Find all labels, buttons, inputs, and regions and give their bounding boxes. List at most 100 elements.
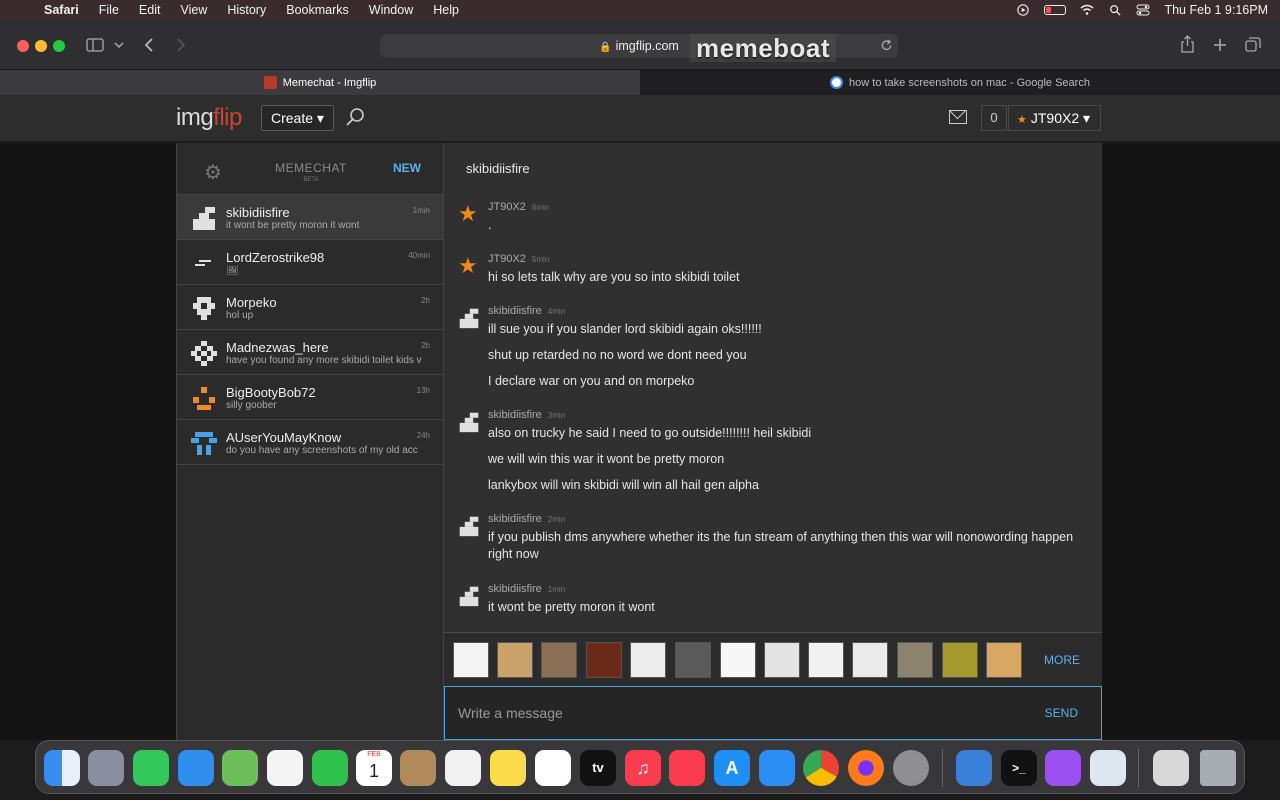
meme-thumbnail[interactable] xyxy=(942,642,978,678)
trash-icon[interactable] xyxy=(1200,750,1236,786)
author-name: JT90X2 xyxy=(488,201,526,213)
meme-thumbnail[interactable] xyxy=(852,642,888,678)
conversation-item[interactable]: LordZerostrike98 🖼 40min xyxy=(177,240,443,285)
conversation-item[interactable]: AUserYouMayKnow do you have any screensh… xyxy=(177,420,443,465)
imgflip-logo[interactable]: imgflip xyxy=(176,104,242,132)
conversation-item[interactable]: Morpeko hol up 2h xyxy=(177,285,443,330)
music-icon[interactable]: ♫ xyxy=(625,750,661,786)
conversation-item[interactable]: BigBootyBob72 silly goober 13h xyxy=(177,375,443,420)
document-icon[interactable] xyxy=(1153,750,1189,786)
contacts-icon[interactable] xyxy=(400,750,436,786)
back-icon[interactable] xyxy=(143,37,155,53)
spotlight-search-icon[interactable] xyxy=(1108,4,1122,16)
create-dropdown-button[interactable]: Create ▾ xyxy=(261,105,334,131)
chat-title: skibidiisfire xyxy=(466,161,530,176)
new-chat-button[interactable]: NEW xyxy=(393,161,421,175)
meme-thumbnail[interactable] xyxy=(986,642,1022,678)
tab-overview-icon[interactable] xyxy=(1245,37,1261,52)
more-memes-button[interactable]: MORE xyxy=(1044,653,1080,667)
conversation-time: 1min xyxy=(412,206,430,215)
tab-memechat[interactable]: Memechat - Imgflip xyxy=(0,70,640,95)
message-input[interactable] xyxy=(458,701,1018,725)
meme-thumbnail[interactable] xyxy=(497,642,533,678)
memeboat-watermark: memeboat xyxy=(690,34,837,62)
share-icon[interactable] xyxy=(1180,35,1195,53)
message-text: shut up retarded no no word we dont need… xyxy=(488,348,747,362)
messages-icon[interactable] xyxy=(133,750,169,786)
mail-icon[interactable] xyxy=(949,110,967,124)
chevron-down-icon[interactable] xyxy=(114,41,124,49)
meme-thumbnail[interactable] xyxy=(453,642,489,678)
zoom-window-button[interactable] xyxy=(53,40,65,52)
forward-icon[interactable] xyxy=(175,37,187,53)
message-author[interactable]: skibidiisfire 1min xyxy=(488,583,565,595)
battery-icon[interactable] xyxy=(1044,5,1067,15)
meme-thumbnail[interactable] xyxy=(720,642,756,678)
chrome-icon[interactable] xyxy=(803,750,839,786)
close-window-button[interactable] xyxy=(17,40,29,52)
conversation-item[interactable]: Madnezwas_here have you found any more s… xyxy=(177,330,443,375)
new-tab-icon[interactable] xyxy=(1213,38,1227,52)
app-store-icon[interactable]: A xyxy=(714,750,750,786)
meme-thumbnail[interactable] xyxy=(630,642,666,678)
dock-separator xyxy=(942,749,943,787)
star-icon: ★ xyxy=(1017,114,1027,126)
menu-window[interactable]: Window xyxy=(369,3,413,17)
conversation-preview: 🖼 xyxy=(226,265,239,276)
safari-icon[interactable] xyxy=(759,750,795,786)
menu-history[interactable]: History xyxy=(227,3,266,17)
freeform-icon[interactable] xyxy=(535,750,571,786)
message-author[interactable]: JT90X2 5min xyxy=(488,253,549,265)
preview-icon[interactable] xyxy=(1090,750,1126,786)
sidebar-toggle-icon[interactable] xyxy=(86,38,104,52)
menu-help[interactable]: Help xyxy=(433,3,459,17)
menubar-clock[interactable]: Thu Feb 1 9:16PM xyxy=(1164,3,1268,17)
imgflip-favicon-icon xyxy=(263,76,277,89)
finder-icon[interactable] xyxy=(44,750,80,786)
terminal-icon[interactable]: >_ xyxy=(1001,750,1037,786)
meme-thumbnail[interactable] xyxy=(586,642,622,678)
calendar-icon[interactable]: FEB 1 xyxy=(356,750,392,786)
photos-icon[interactable] xyxy=(267,750,303,786)
calendar-month: FEB xyxy=(367,751,381,758)
reload-icon[interactable] xyxy=(880,39,893,52)
menu-view[interactable]: View xyxy=(180,3,207,17)
reminders-icon[interactable] xyxy=(445,750,481,786)
menu-edit[interactable]: Edit xyxy=(139,3,161,17)
tab-google-search[interactable]: how to take screenshots on mac - Google … xyxy=(640,70,1280,95)
send-button[interactable]: SEND xyxy=(1045,706,1078,720)
news-icon[interactable] xyxy=(669,750,705,786)
facetime-icon[interactable] xyxy=(312,750,348,786)
message-author[interactable]: skibidiisfire 4min xyxy=(488,305,565,317)
mail-app-icon[interactable] xyxy=(178,750,214,786)
podcasts-icon[interactable] xyxy=(1045,750,1081,786)
xcode-tools-icon[interactable] xyxy=(956,750,992,786)
meme-thumbnail[interactable] xyxy=(675,642,711,678)
user-menu-button[interactable]: ★ JT90X2 ▾ xyxy=(1008,105,1101,131)
minimize-window-button[interactable] xyxy=(35,40,47,52)
points-counter[interactable]: 0 xyxy=(981,105,1007,131)
menu-file[interactable]: File xyxy=(99,3,119,17)
notes-icon[interactable] xyxy=(490,750,526,786)
menu-app-safari[interactable]: Safari xyxy=(44,3,79,17)
meme-thumbnail[interactable] xyxy=(541,642,577,678)
meme-thumbnail[interactable] xyxy=(897,642,933,678)
launchpad-icon[interactable] xyxy=(88,750,124,786)
meme-picker: MORE xyxy=(444,632,1102,686)
message-author[interactable]: JT90X2 6min xyxy=(488,201,549,213)
maps-icon[interactable] xyxy=(222,750,258,786)
meme-thumbnail[interactable] xyxy=(764,642,800,678)
message-author[interactable]: skibidiisfire 2min xyxy=(488,513,565,525)
meme-thumbnail[interactable] xyxy=(808,642,844,678)
search-icon[interactable] xyxy=(345,107,365,127)
firefox-icon[interactable] xyxy=(848,750,884,786)
message-author[interactable]: skibidiisfire 3min xyxy=(488,409,565,421)
tab-bar: Memechat - Imgflip how to take screensho… xyxy=(0,70,1280,95)
wifi-icon[interactable] xyxy=(1080,4,1094,16)
control-center-icon[interactable] xyxy=(1136,4,1150,16)
system-settings-icon[interactable] xyxy=(893,750,929,786)
play-icon[interactable] xyxy=(1016,4,1030,16)
apple-tv-icon[interactable]: tv xyxy=(580,750,616,786)
conversation-item[interactable]: skibidiisfire it wont be pretty moron it… xyxy=(177,195,443,240)
menu-bookmarks[interactable]: Bookmarks xyxy=(286,3,349,17)
